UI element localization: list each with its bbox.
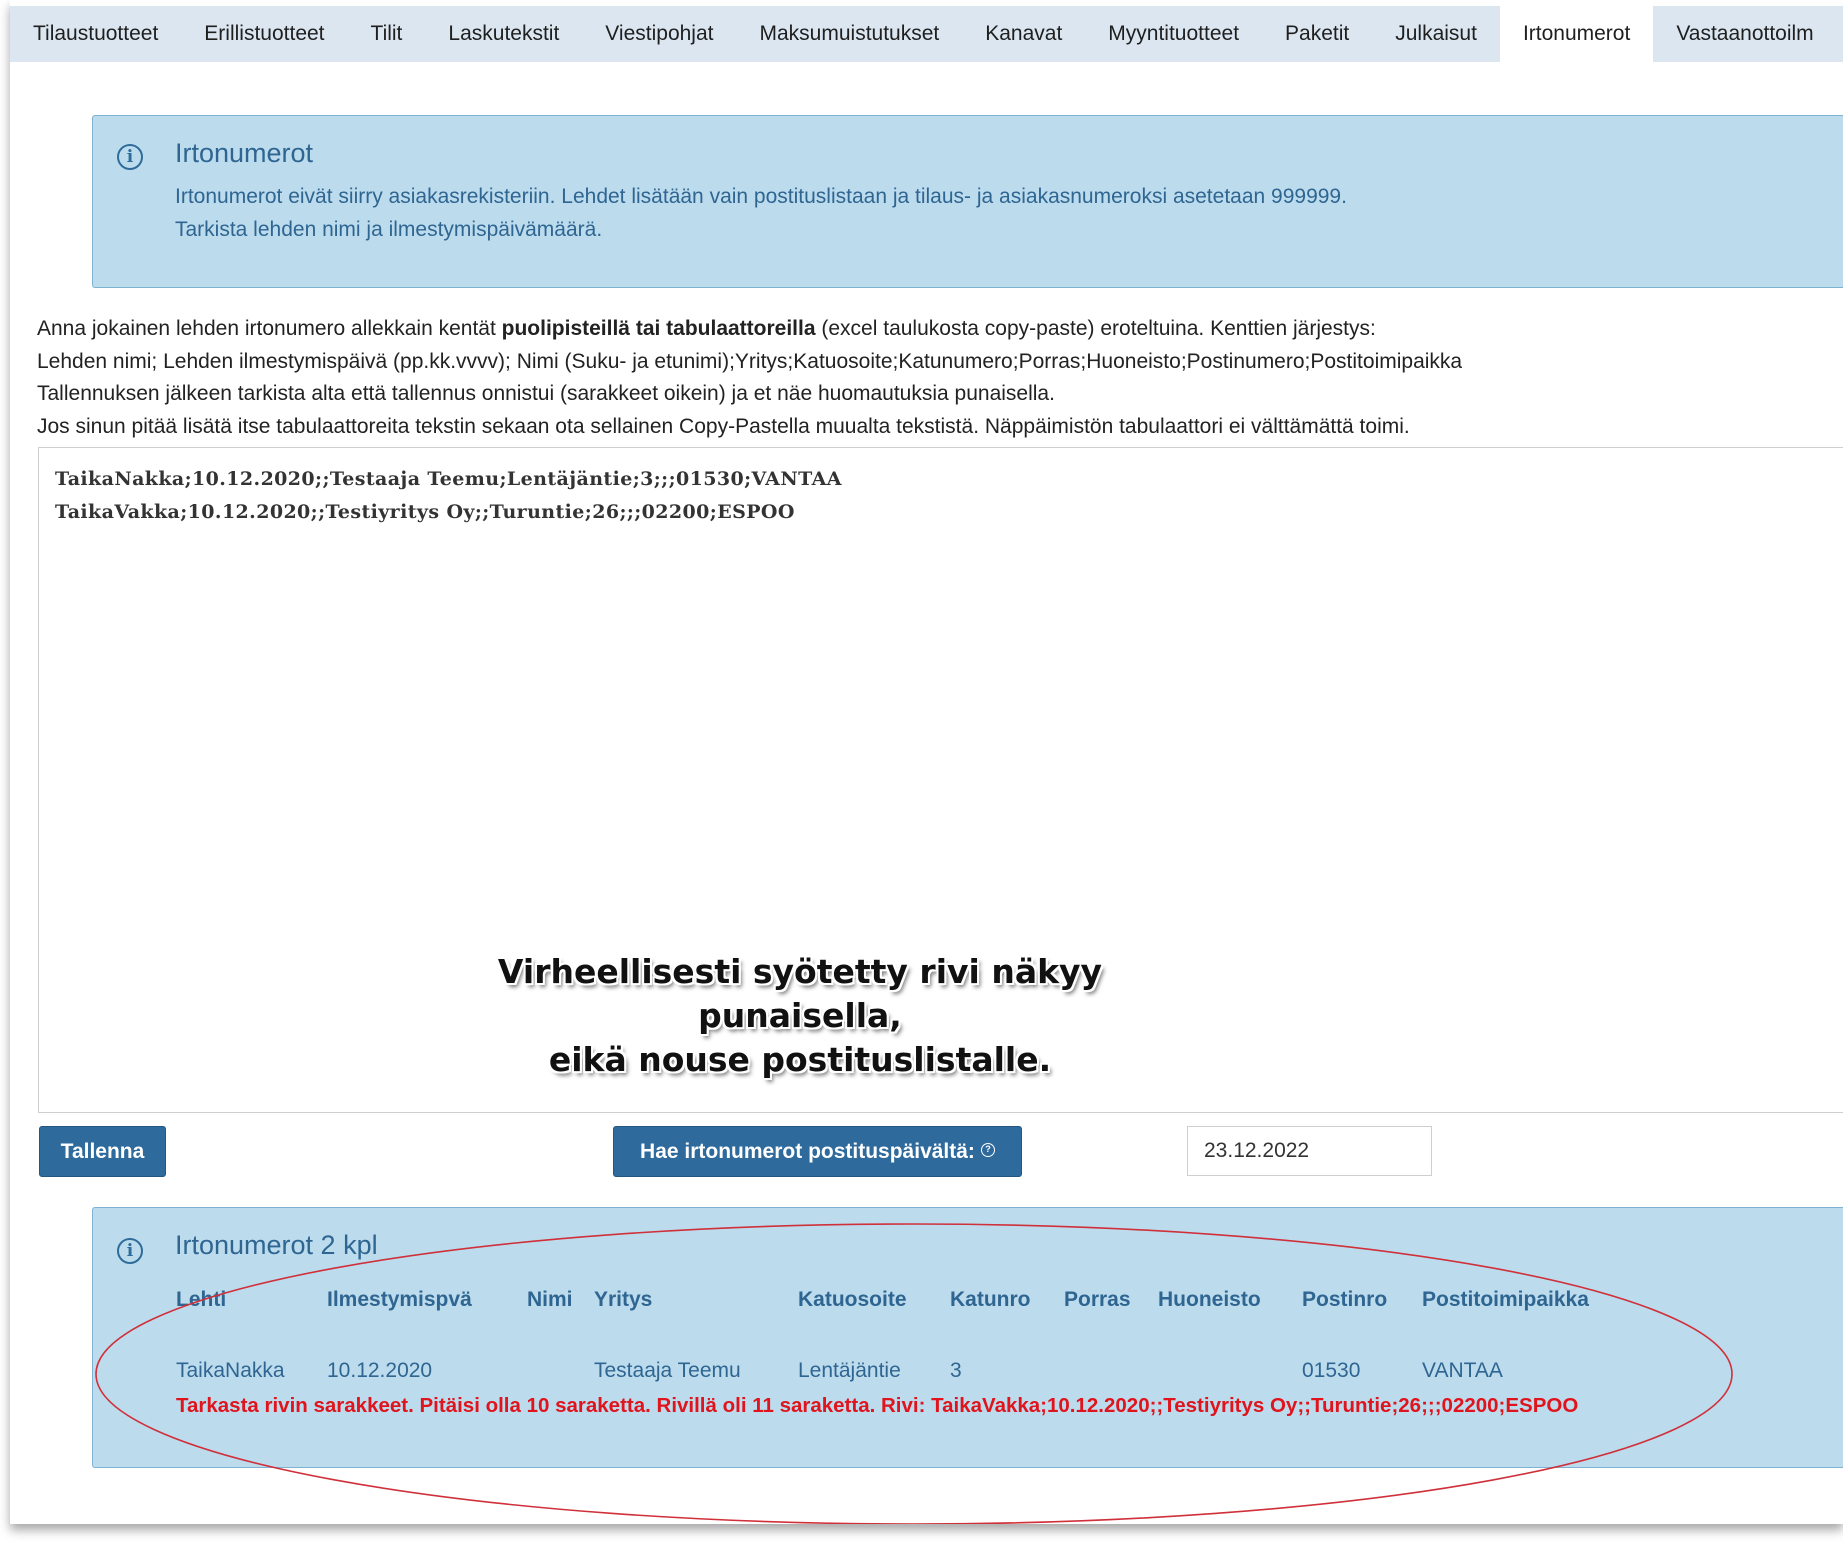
tab-tilaustuotteet[interactable]: Tilaustuotteet	[10, 6, 181, 62]
column-header-ilmestymispva: Ilmestymispvä	[327, 1288, 472, 1311]
column-header-huoneisto: Huoneisto	[1158, 1288, 1261, 1311]
tab-maksumuistutukset[interactable]: Maksumuistutukset	[737, 6, 963, 62]
tab-paketit[interactable]: Paketit	[1262, 6, 1372, 62]
instructions-line3: Tallennuksen jälkeen tarkista alta että …	[37, 382, 1055, 405]
cell-lehti: TaikaNakka	[176, 1359, 285, 1382]
instructions-line1-bold: puolipisteillä tai tabulaattoreilla	[501, 317, 816, 340]
instructions-line1-post: (excel taulukosta copy-paste) eroteltuin…	[815, 317, 1376, 340]
cell-ilmestymispva: 10.12.2020	[327, 1359, 433, 1382]
column-header-lehti: Lehti	[176, 1288, 227, 1311]
annotation-line2: eikä nouse postituslistalle.	[548, 1040, 1052, 1079]
instructions-line2: Lehden nimi; Lehden ilmestymispäivä (pp.…	[37, 349, 1463, 373]
annotation-callout: Virheellisesti syötetty rivi näkyy punai…	[430, 950, 1170, 1082]
save-button[interactable]: Tallenna	[39, 1126, 166, 1177]
result-title: Irtonumerot 2 kpl	[175, 1230, 378, 1260]
info-title: Irtonumerot	[175, 138, 314, 168]
info-icon: i	[117, 1238, 143, 1264]
column-header-postitoimipaikka: Postitoimipaikka	[1422, 1288, 1589, 1311]
tab-irtonumerot[interactable]: Irtonumerot	[1499, 6, 1654, 62]
cell-yritys: Testaaja Teemu	[594, 1359, 741, 1382]
tab-vastaanottoilmoitukset[interactable]: Vastaanottoilm	[1653, 6, 1836, 62]
info-alert: i Irtonumerot Irtonumerot eivät siirry a…	[92, 115, 1843, 288]
tab-list: Tilaustuotteet Erillistuotteet Tilit Las…	[10, 6, 1843, 62]
column-header-katuosoite: Katuosoite	[798, 1288, 907, 1311]
info-text-line2: Tarkista lehden nimi ja ilmestymispäiväm…	[175, 218, 603, 241]
page-frame: Tilaustuotteet Erillistuotteet Tilit Las…	[10, 0, 1843, 1524]
tab-kanavat[interactable]: Kanavat	[962, 6, 1085, 62]
cell-postinro: 01530	[1302, 1359, 1361, 1382]
column-header-yritys: Yritys	[594, 1288, 653, 1311]
column-header-nimi: Nimi	[527, 1288, 573, 1311]
result-panel: i Irtonumerot 2 kpl	[92, 1207, 1843, 1468]
posting-date-input[interactable]: 23.12.2022	[1187, 1126, 1432, 1176]
fetch-button-label: Hae irtonumerot postituspäivältä:	[640, 1140, 975, 1163]
annotation-line1: Virheellisesti syötetty rivi näkyy punai…	[497, 952, 1103, 1035]
info-icon: i	[117, 144, 143, 170]
info-text-line1: Irtonumerot eivät siirry asiakasrekister…	[175, 185, 1347, 208]
tab-viestipohjat[interactable]: Viestipohjat	[582, 6, 736, 62]
instructions-line4: Jos sinun pitää lisätä itse tabulaattore…	[37, 414, 1410, 438]
cell-katuosoite: Lentäjäntie	[798, 1359, 901, 1382]
tab-myyntituotteet[interactable]: Myyntituotteet	[1085, 6, 1262, 62]
question-circle-icon[interactable]: ?	[980, 1143, 995, 1157]
tab-tilit[interactable]: Tilit	[348, 6, 426, 62]
tab-bar: Tilaustuotteet Erillistuotteet Tilit Las…	[10, 6, 1843, 62]
tab-laskutekstit[interactable]: Laskutekstit	[425, 6, 582, 62]
column-header-porras: Porras	[1064, 1288, 1131, 1311]
tab-julkaisut[interactable]: Julkaisut	[1372, 6, 1500, 62]
instructions-line1-pre: Anna jokainen lehden irtonumero allekkai…	[37, 317, 502, 340]
column-header-katunro: Katunro	[950, 1288, 1031, 1311]
cell-postitoimipaikka: VANTAA	[1422, 1359, 1503, 1382]
cell-katunro: 3	[950, 1359, 962, 1382]
instructions-line1: Anna jokainen lehden irtonumero allekkai…	[37, 313, 1462, 346]
tab-erillistuotteet[interactable]: Erillistuotteet	[181, 6, 347, 62]
instructions: Anna jokainen lehden irtonumero allekkai…	[37, 313, 1462, 443]
row-error-message: Tarkasta rivin sarakkeet. Pitäisi olla 1…	[176, 1394, 1579, 1417]
fetch-by-date-button[interactable]: Hae irtonumerot postituspäivältä:?	[613, 1126, 1022, 1177]
column-header-postinro: Postinro	[1302, 1288, 1388, 1311]
